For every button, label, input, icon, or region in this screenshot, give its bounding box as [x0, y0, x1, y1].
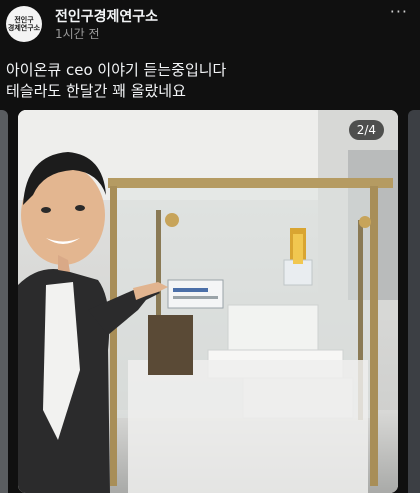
author-avatar[interactable]: 전인구 경제연구소 — [6, 6, 42, 42]
author-name[interactable]: 전인구경제연구소 — [55, 6, 158, 26]
post-body: 아이온큐 ceo 이야기 듣는중입니다 테슬라도 한달간 꽤 올랐네요 — [6, 60, 406, 102]
image-carousel[interactable]: 2/4 — [0, 108, 420, 493]
post-text-line-2: 테슬라도 한달간 꽤 올랐네요 — [6, 82, 186, 100]
previous-image-peek[interactable] — [0, 110, 8, 493]
post-text-line-1: 아이온큐 ceo 이야기 듣는중입니다 — [6, 61, 227, 79]
avatar-line2: 경제연구소 — [7, 24, 41, 32]
next-image-peek[interactable] — [408, 110, 420, 493]
more-options-icon[interactable]: ··· — [390, 2, 408, 21]
image-counter-badge: 2/4 — [348, 120, 384, 140]
person-pointing-at-display-case-photo — [18, 110, 398, 493]
avatar-line1: 전인구 — [14, 16, 34, 24]
post-timestamp: 1시간 전 — [55, 27, 100, 41]
carousel-photo[interactable]: 2/4 — [18, 110, 398, 493]
post-header: 전인구 경제연구소 전인구경제연구소 1시간 전 ··· — [0, 0, 420, 52]
